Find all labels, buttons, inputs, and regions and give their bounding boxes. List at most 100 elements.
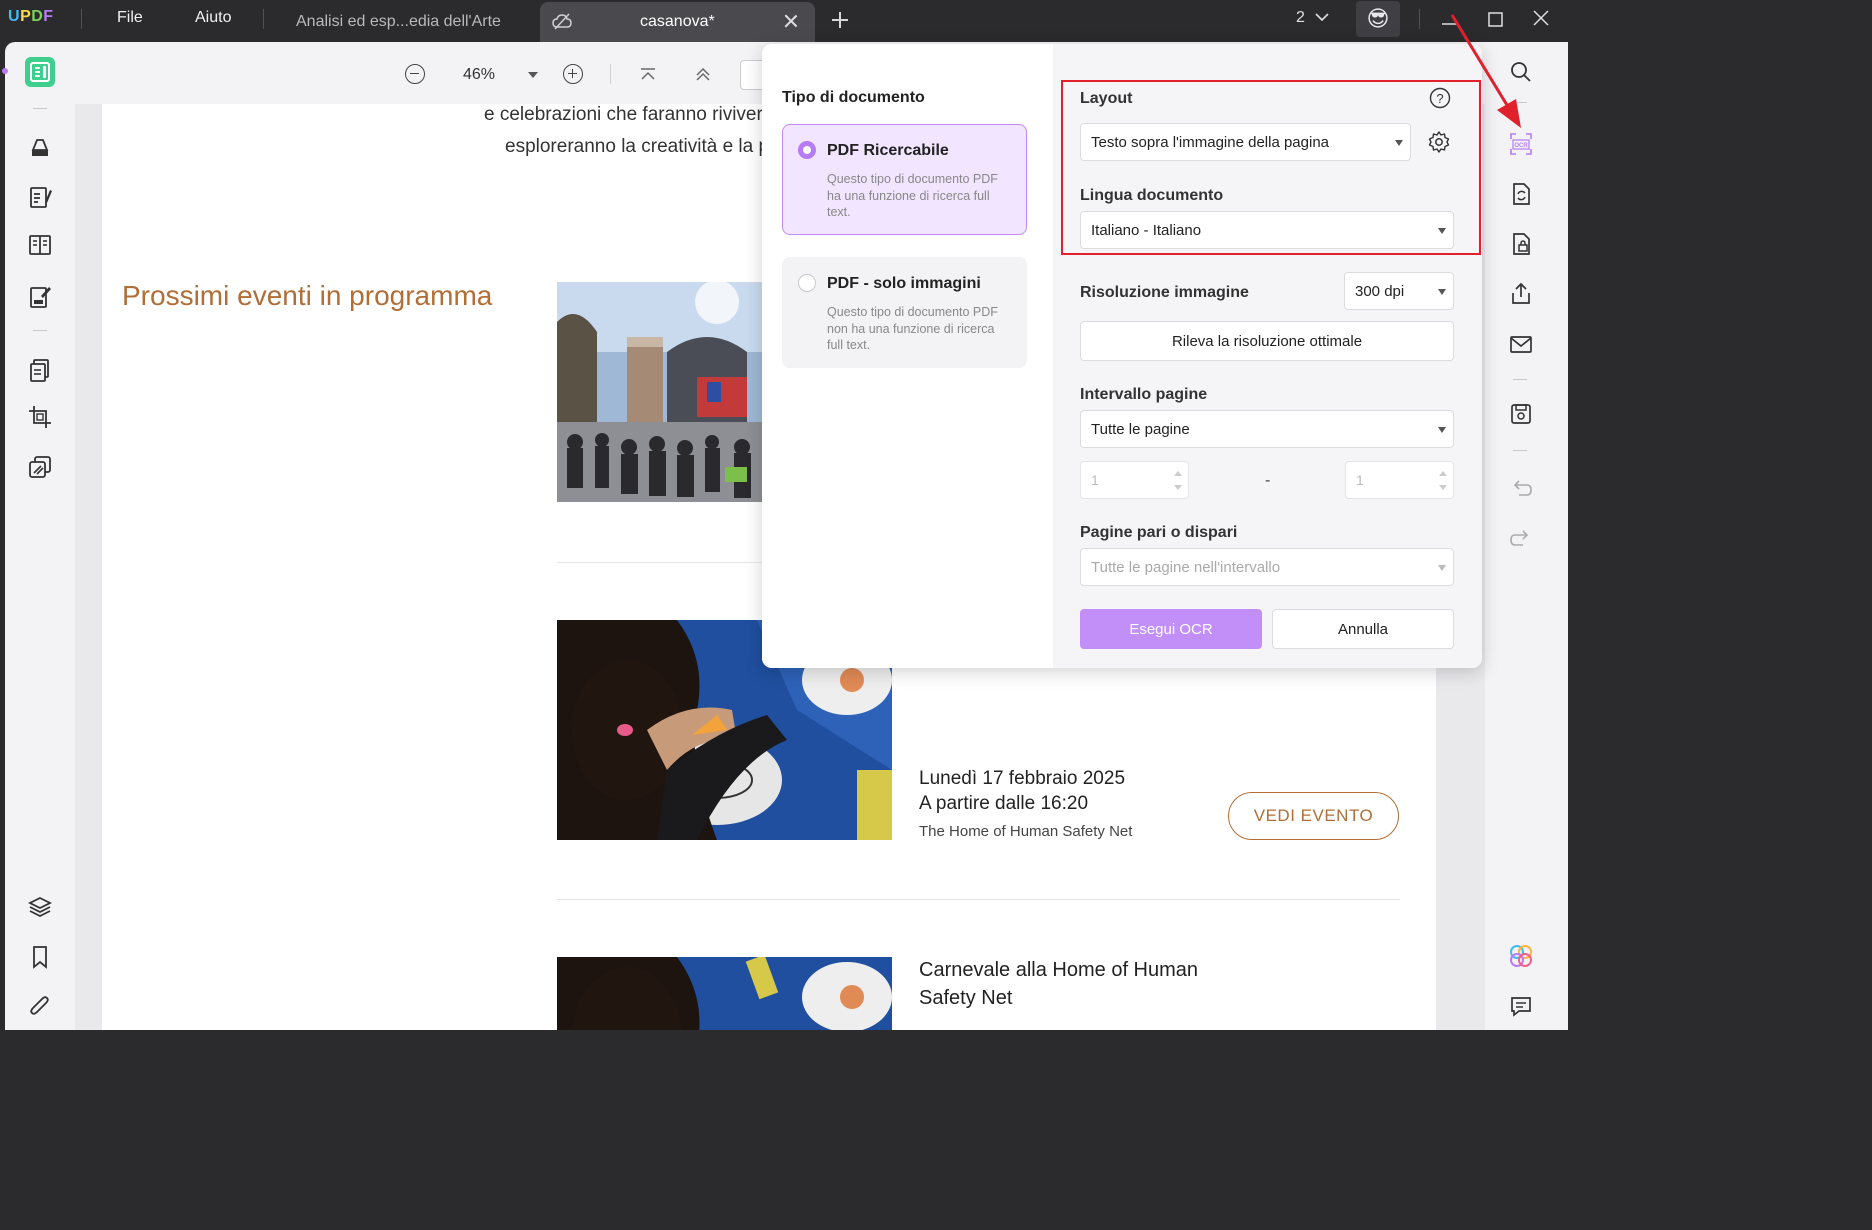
- select-value: Testo sopra l'immagine della pagina: [1091, 133, 1330, 151]
- updf-ai-icon[interactable]: [1507, 942, 1535, 970]
- ocr-icon[interactable]: OCR: [1507, 130, 1535, 158]
- select-value: Tutte le pagine nell'intervallo: [1091, 558, 1281, 576]
- option-title: PDF - solo immagini: [827, 275, 981, 292]
- user-avatar[interactable]: 😎: [1356, 1, 1400, 37]
- event-photo-carnevale: [557, 957, 892, 1030]
- svg-text:OCR: OCR: [1514, 143, 1528, 149]
- select-value: Tutte le pagine: [1091, 420, 1190, 438]
- zoom-in-icon[interactable]: [563, 64, 583, 84]
- option-description: Questo tipo di documento PDF ha una funz…: [827, 172, 998, 219]
- select-value: Italiano - Italiano: [1091, 221, 1202, 239]
- organize-pages-icon[interactable]: [25, 355, 55, 385]
- option-description: Questo tipo di documento PDF non ha una …: [827, 305, 998, 352]
- tab-casanova[interactable]: casanova*: [540, 2, 815, 42]
- protect-icon[interactable]: [1507, 230, 1535, 258]
- separator: [81, 9, 82, 29]
- stepper-up-icon[interactable]: [1174, 471, 1182, 476]
- separator: [263, 9, 264, 29]
- save-icon[interactable]: [1507, 400, 1535, 428]
- event-title-line: Safety Net: [919, 987, 1013, 1009]
- unsaved-cloud-icon: [552, 13, 572, 36]
- menu-file[interactable]: File: [117, 9, 143, 27]
- email-icon[interactable]: [1507, 330, 1535, 358]
- close-window-icon[interactable]: [1529, 8, 1553, 32]
- convert-icon[interactable]: [1507, 180, 1535, 208]
- title-bar: UPDF File Aiuto Analisi ed esp...edia de…: [0, 0, 1568, 42]
- chevron-down-icon: [1438, 289, 1446, 295]
- event-photo-carnival: [557, 282, 767, 502]
- parity-select[interactable]: Tutte le pagine nell'intervallo: [1080, 548, 1454, 586]
- radio-selected[interactable]: [798, 141, 816, 159]
- range-from-input[interactable]: 1: [1080, 461, 1189, 499]
- option-title: PDF Ricercabile: [827, 142, 949, 159]
- undo-icon[interactable]: [1507, 474, 1535, 502]
- option-image-only-pdf[interactable]: PDF - solo immagini Questo tipo di docum…: [782, 257, 1027, 368]
- spin-value: 1: [1091, 472, 1099, 488]
- layout-select[interactable]: Testo sopra l'immagine della pagina: [1080, 123, 1411, 161]
- layers-icon[interactable]: [25, 892, 55, 922]
- first-page-icon[interactable]: [639, 67, 657, 86]
- separator: [33, 108, 47, 109]
- events-heading: Prossimi eventi in programma: [122, 280, 493, 311]
- reader-mode-icon[interactable]: [25, 57, 55, 87]
- help-icon[interactable]: ?: [1429, 87, 1451, 114]
- stepper-down-icon[interactable]: [1174, 485, 1182, 490]
- language-label: Lingua documento: [1080, 187, 1224, 204]
- stepper-up-icon[interactable]: [1439, 471, 1447, 476]
- separator: [1419, 9, 1420, 29]
- right-toolbar: OCR: [1485, 42, 1568, 1030]
- separator: [610, 64, 611, 84]
- separator: [1513, 379, 1527, 380]
- language-select[interactable]: Italiano - Italiano: [1080, 211, 1454, 249]
- page-range-label: Intervallo pagine: [1080, 386, 1208, 403]
- redo-icon[interactable]: [1507, 524, 1535, 552]
- highlighter-icon[interactable]: [25, 132, 55, 162]
- window-count[interactable]: 2: [1296, 9, 1329, 27]
- layout-label: Layout: [1080, 90, 1133, 107]
- bookmark-icon[interactable]: [25, 942, 55, 972]
- comment-icon[interactable]: [1507, 992, 1535, 1020]
- page-layout-icon[interactable]: [25, 230, 55, 260]
- event-time: A partire dalle 16:20: [919, 793, 1089, 814]
- minimize-icon[interactable]: [1438, 8, 1462, 32]
- intro-text-line: esploreranno la creatività e la pa: [505, 136, 780, 157]
- resolution-select[interactable]: 300 dpi: [1344, 272, 1454, 310]
- event-title-line: Carnevale alla Home of Human: [919, 959, 1199, 981]
- crop-icon[interactable]: [25, 402, 55, 432]
- zoom-dropdown-icon[interactable]: [528, 72, 538, 78]
- zoom-out-icon[interactable]: [405, 64, 425, 84]
- add-tab-icon[interactable]: [832, 12, 848, 28]
- range-to-input[interactable]: 1: [1345, 461, 1454, 499]
- select-value: 300 dpi: [1355, 282, 1405, 300]
- left-toolbar: [2, 42, 75, 1030]
- option-searchable-pdf[interactable]: PDF Ricercabile Questo tipo di documento…: [782, 124, 1027, 235]
- view-event-button[interactable]: VEDI EVENTO: [1228, 792, 1399, 840]
- chevron-down-icon: [1438, 565, 1446, 571]
- previous-page-icon[interactable]: [694, 67, 712, 86]
- attachment-icon[interactable]: [25, 992, 55, 1022]
- svg-text:?: ?: [1436, 91, 1443, 106]
- ocr-panel: Tipo di documento PDF Ricercabile Questo…: [762, 44, 1482, 668]
- edit-pdf-icon[interactable]: [25, 182, 55, 212]
- search-icon[interactable]: [1507, 58, 1535, 86]
- run-ocr-button[interactable]: Esegui OCR: [1080, 609, 1262, 649]
- stepper-down-icon[interactable]: [1439, 485, 1447, 490]
- tab-analisi[interactable]: Analisi ed esp...edia dell'Arte: [280, 2, 530, 42]
- separator: [33, 330, 47, 331]
- gear-icon[interactable]: [1427, 130, 1451, 159]
- share-icon[interactable]: [1507, 280, 1535, 308]
- close-tab-icon[interactable]: [783, 13, 799, 29]
- separator: [1513, 450, 1527, 451]
- menu-help[interactable]: Aiuto: [195, 9, 231, 27]
- divider: [557, 899, 1400, 900]
- zoom-level[interactable]: 46%: [463, 66, 495, 84]
- maximize-icon[interactable]: [1484, 8, 1508, 32]
- cancel-button[interactable]: Annulla: [1272, 609, 1454, 649]
- form-edit-icon[interactable]: [25, 282, 55, 312]
- compare-icon[interactable]: [25, 452, 55, 482]
- intro-text-line: e celebrazioni che faranno rivivere: [484, 104, 774, 125]
- detect-resolution-button[interactable]: Rileva la risoluzione ottimale: [1080, 321, 1454, 361]
- separator: [1513, 102, 1527, 103]
- page-range-select[interactable]: Tutte le pagine: [1080, 410, 1454, 448]
- radio-unselected[interactable]: [798, 274, 816, 292]
